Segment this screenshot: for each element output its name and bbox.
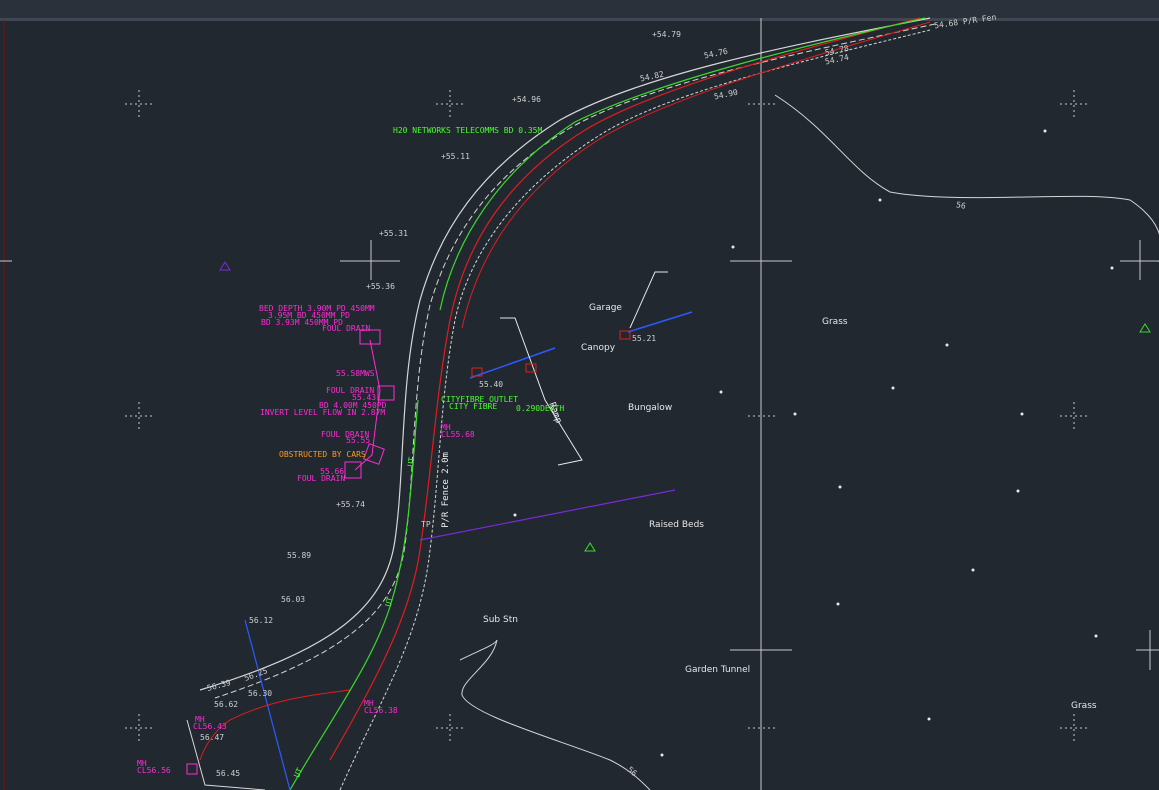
spot-level: +55.74 xyxy=(336,500,365,509)
cable-green-1 xyxy=(439,17,926,311)
note-obstructed: OBSTRUCTED BY CARS xyxy=(279,450,366,459)
label-ut: UT xyxy=(406,456,417,468)
label-fence: P/R Fence 2.0m xyxy=(440,452,451,528)
spot-level: 56.62 xyxy=(214,700,239,709)
drain-chamber-2 xyxy=(377,385,395,401)
spot-level: +55.11 xyxy=(441,152,470,161)
survey-station-2 xyxy=(1139,323,1151,333)
kerb-line-inner xyxy=(214,23,936,699)
spot-level: +55.36 xyxy=(366,282,395,291)
spot-level: 55.40 xyxy=(479,380,504,389)
spot-level: +54.96 xyxy=(512,95,541,104)
note-cover-level: CL56.38 xyxy=(364,706,398,715)
note-h20-telecoms: H20 NETWORKS TELECOMMS BD 0.35M xyxy=(393,126,543,135)
note-level: 55.58MWS xyxy=(336,369,375,378)
contour-56-east xyxy=(774,94,1159,262)
boundary-line xyxy=(419,489,676,541)
spot-level: +54.79 xyxy=(652,30,681,39)
spot-level: 56.03 xyxy=(281,595,306,604)
label-canopy: Canopy xyxy=(581,343,616,353)
spot-level: 55.21 xyxy=(632,334,657,343)
garage-outline xyxy=(629,271,668,329)
drain-chamber-4 xyxy=(344,461,362,479)
spot-level: 56.47 xyxy=(200,733,225,742)
drain-chamber-3 xyxy=(363,443,385,465)
spot-level: 56.12 xyxy=(249,616,274,625)
note-level: 55.55 xyxy=(346,436,371,445)
label-sub-stn: Sub Stn xyxy=(483,615,518,625)
note-city-fibre: CITY FIBRE xyxy=(449,402,498,411)
note-foul-drain: FOUL DRAIN xyxy=(322,324,371,333)
survey-station-1 xyxy=(584,542,596,552)
spot-level: 56.30 xyxy=(248,689,273,698)
note-cover-level: CL55.68 xyxy=(441,430,475,439)
water-line-1 xyxy=(469,347,556,379)
survey-station-3 xyxy=(219,261,231,271)
kerb-line-outer xyxy=(199,17,931,691)
label-grass: Grass xyxy=(1071,701,1097,711)
ramp-outline xyxy=(500,317,583,466)
water-line-3 xyxy=(244,619,291,790)
spot-level: 56.45 xyxy=(216,769,241,778)
label-garage: Garage xyxy=(589,303,622,313)
cable-red-2 xyxy=(461,21,931,329)
contour-56-south xyxy=(459,639,651,790)
note-cover-level: CL56.43 xyxy=(193,722,227,731)
label-raised-beds: Raised Beds xyxy=(649,520,704,530)
label-bungalow: Bungalow xyxy=(628,403,673,413)
water-line-2 xyxy=(627,311,693,333)
label-garden-tunnel: Garden Tunnel xyxy=(685,665,751,675)
spot-level: 55.89 xyxy=(287,551,312,560)
spot-points xyxy=(513,129,1114,757)
label-tp: TP xyxy=(421,520,431,529)
note-cover-level: CL56.56 xyxy=(137,766,171,775)
cad-drawing-canvas[interactable] xyxy=(0,0,1159,790)
manhole-1 xyxy=(186,763,198,775)
label-contour: 56 xyxy=(955,200,967,211)
spot-level: +55.31 xyxy=(379,229,408,238)
note-foul-drain: FOUL DRAIN xyxy=(297,474,346,483)
label-grass: Grass xyxy=(822,317,848,327)
note-invert-level: INVERT LEVEL FLOW IN 2.87M xyxy=(260,408,386,417)
